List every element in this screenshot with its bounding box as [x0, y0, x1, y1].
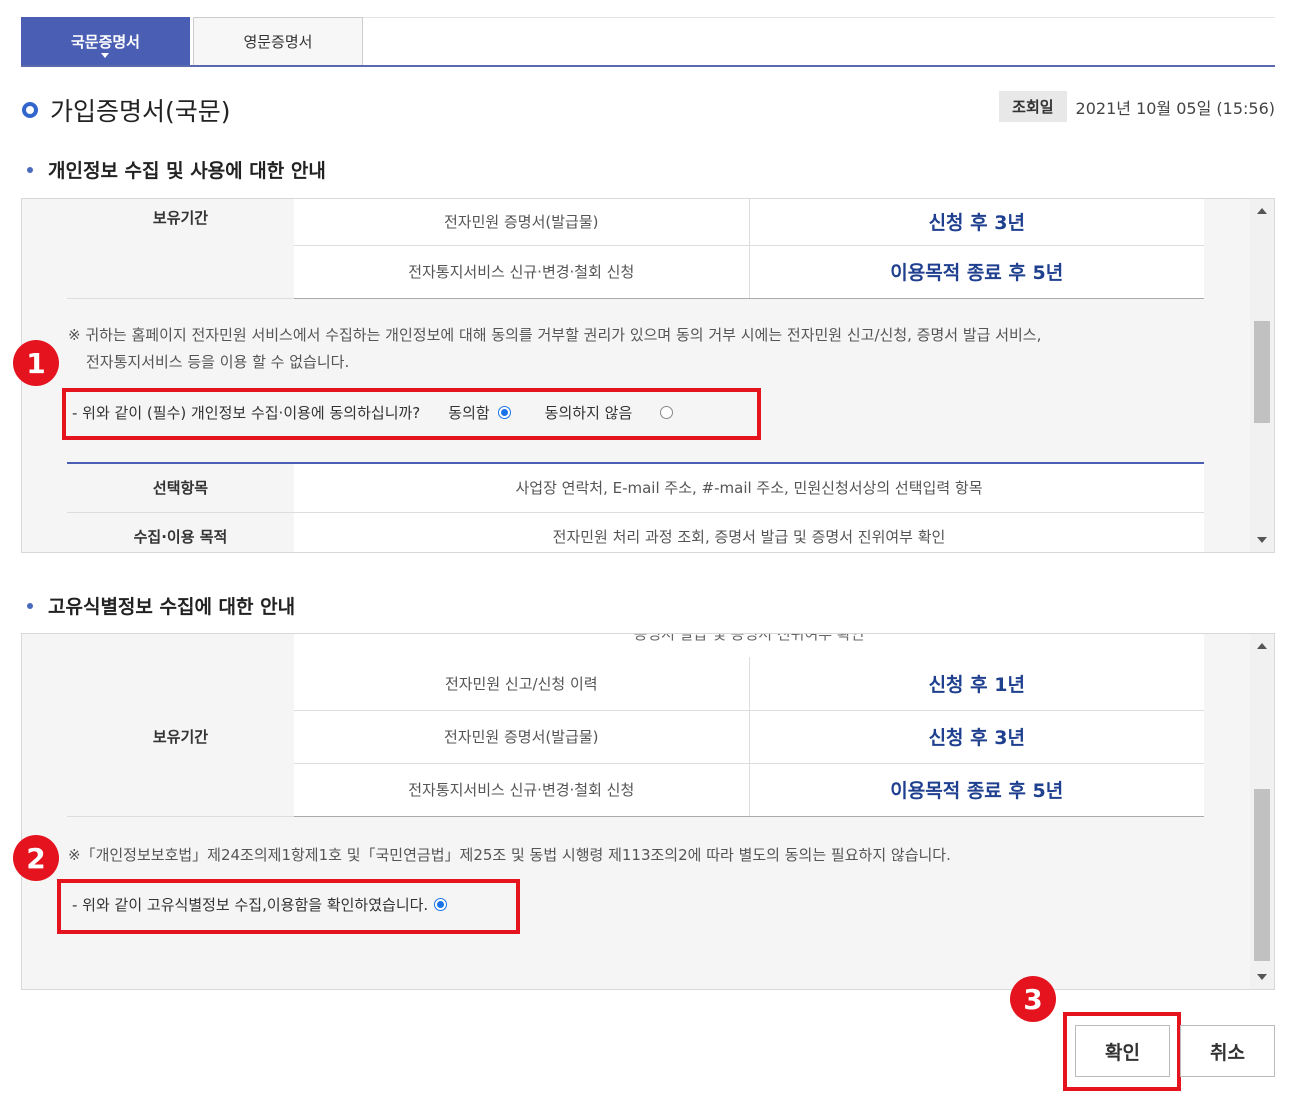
table-row: 수집·이용 목적 전자민원 처리 과정 조회, 증명서 발급 및 증명서 진위여… [67, 512, 1204, 552]
retention-period: 신청 후 1년 [749, 657, 1204, 711]
bullet-dot-icon [27, 166, 33, 173]
table-row: 보유기간 전자민원 신고/신청 이력 신청 후 1년 [67, 657, 1204, 817]
confirm-radio[interactable] [434, 898, 448, 911]
tab-korean-certificate[interactable]: 국문증명서 [21, 17, 190, 65]
unique-id-notice: ※「개인정보보호법」제24조의제1항제1호 및「국민연금법」제25조 및 동법 … [68, 846, 951, 864]
page-title: 가입증명서(국문) [50, 97, 231, 126]
section-heading-text: 개인정보 수집 및 사용에 대한 안내 [48, 160, 326, 182]
scroll-down-icon[interactable] [1257, 537, 1267, 543]
page-title-row: 가입증명서(국문) [22, 92, 231, 128]
retention-item: 전자민원 증명서(발급물) [294, 710, 750, 764]
scroll-thumb[interactable] [1254, 321, 1270, 423]
step-badge-3: 3 [1010, 976, 1056, 1022]
consent-question-row: - 위와 같이 (필수) 개인정보 수집·이용에 동의하십니까? 동의함 동의하… [72, 402, 674, 423]
consent-notice-line2: 전자통지서비스 등을 이용 할 수 없습니다. [86, 353, 350, 371]
optional-value: 사업장 연락처, E-mail 주소, #-mail 주소, 민원신청서상의 선… [294, 464, 1204, 513]
consent-no-label: 동의하지 않음 [544, 404, 633, 422]
scroll-thumb[interactable] [1254, 789, 1270, 961]
retention-label: 보유기간 [67, 657, 294, 817]
section-unique-id-heading: 고유식별정보 수집에 대한 안내 [27, 592, 295, 619]
scroll-down-icon[interactable] [1257, 974, 1267, 980]
optional-value: 전자민원 처리 과정 조회, 증명서 발급 및 증명서 진위여부 확인 [294, 512, 1204, 552]
bullet-dot-icon [27, 602, 33, 609]
retention-item: 전자민원 신고/신청 이력 [294, 657, 750, 711]
tab-english-label: 영문증명서 [243, 33, 313, 51]
title-ring-icon [22, 102, 38, 118]
scroll-up-icon[interactable] [1257, 643, 1267, 649]
confirm-row: - 위와 같이 고유식별정보 수집,이용함을 확인하였습니다. [72, 894, 448, 915]
active-tab-caret-icon [101, 53, 109, 58]
confirm-text: - 위와 같이 고유식별정보 수집,이용함을 확인하였습니다. [72, 896, 429, 914]
retention-period: 이용목적 종료 후 5년 [749, 763, 1204, 817]
consent-yes-label: 동의함 [448, 404, 490, 422]
lookup-date-row: 조회일 2021년 10월 05일 (15:56) [999, 91, 1275, 122]
retention-item: 전자민원 증명서(발급물) [294, 199, 750, 246]
section-personal-info-heading: 개인정보 수집 및 사용에 대한 안내 [27, 156, 326, 183]
consent-no-radio[interactable] [660, 406, 674, 419]
retention-label: 보유기간 [67, 199, 294, 299]
panel1-scrollbar[interactable] [1250, 199, 1274, 552]
certificate-tabs: 국문증명서 영문증명서 [21, 17, 1275, 67]
consent-question: - 위와 같이 (필수) 개인정보 수집·이용에 동의하십니까? [72, 404, 421, 422]
confirm-button[interactable]: 확인 [1075, 1025, 1170, 1077]
consent-notice-line1: ※ 귀하는 홈페이지 전자민원 서비스에서 수집하는 개인정보에 대해 동의를 … [68, 326, 1042, 344]
tabs-top-border [363, 17, 1275, 18]
section-heading-text: 고유식별정보 수집에 대한 안내 [48, 596, 296, 618]
table-row: 선택항목 사업장 연락처, E-mail 주소, #-mail 주소, 민원신청… [67, 464, 1204, 513]
retention-period: 이용목적 종료 후 5년 [749, 245, 1204, 299]
consent-yes-radio[interactable] [497, 406, 511, 419]
panel2-scrollbar[interactable] [1250, 634, 1274, 989]
tab-korean-label: 국문증명서 [70, 32, 140, 51]
step-badge-1: 1 [13, 340, 59, 386]
tab-english-certificate[interactable]: 영문증명서 [193, 17, 363, 65]
retention-table: 보유기간 전자민원 증명서(발급물) 신청 후 3년 전자통지서비스 신규·변경… [67, 199, 1204, 299]
lookup-label: 조회일 [999, 91, 1067, 122]
lookup-date: 2021년 10월 05일 (15:56) [1075, 98, 1275, 118]
table-row: 보유기간 전자민원 증명서(발급물) 신청 후 3년 [67, 199, 1204, 299]
optional-label: 수집·이용 목적 [67, 512, 294, 552]
retention-period: 신청 후 3년 [749, 199, 1204, 246]
optional-items-table: 선택항목 사업장 연락처, E-mail 주소, #-mail 주소, 민원신청… [67, 464, 1204, 552]
cut-off-row-text: 증명서 발급 및 증명서 진위여부 확인 [294, 634, 1204, 658]
retention-item: 전자통지서비스 신규·변경·철회 신청 [294, 245, 750, 299]
unique-id-scroll-panel[interactable]: 증명서 발급 및 증명서 진위여부 확인 보유기간 전자민원 신고/신청 이력 … [21, 633, 1275, 990]
retention-period: 신청 후 3년 [749, 710, 1204, 764]
retention-table: 보유기간 전자민원 신고/신청 이력 신청 후 1년 전자민원 증명서(발급물)… [67, 657, 1204, 817]
optional-label: 선택항목 [67, 464, 294, 513]
scroll-up-icon[interactable] [1257, 208, 1267, 214]
consent-notice: ※ 귀하는 홈페이지 전자민원 서비스에서 수집하는 개인정보에 대해 동의를 … [68, 322, 1041, 376]
step-badge-2: 2 [13, 835, 59, 881]
cancel-button[interactable]: 취소 [1180, 1025, 1275, 1077]
retention-item: 전자통지서비스 신규·변경·철회 신청 [294, 763, 750, 817]
personal-info-scroll-panel[interactable]: 보유기간 전자민원 증명서(발급물) 신청 후 3년 전자통지서비스 신규·변경… [21, 198, 1275, 553]
